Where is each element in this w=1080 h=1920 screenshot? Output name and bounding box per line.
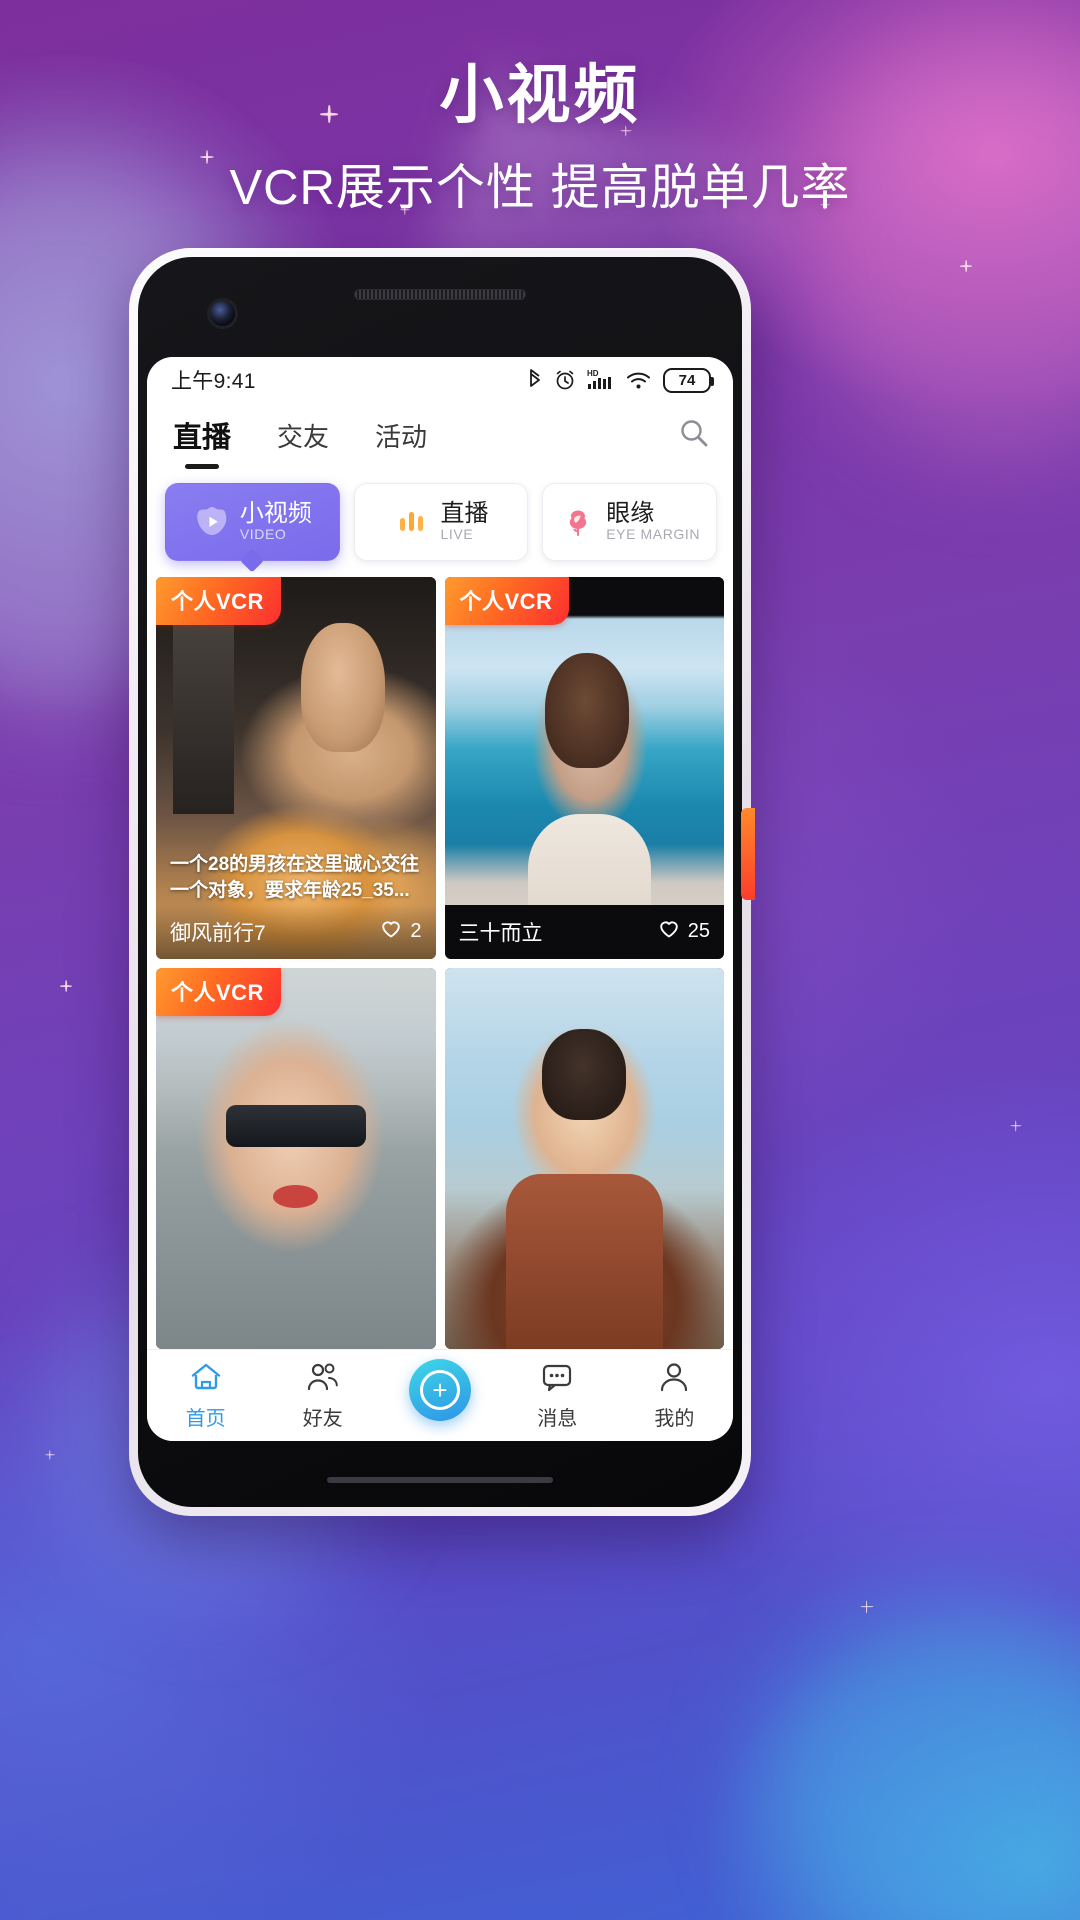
battery-level: 74 <box>678 371 696 389</box>
card-thumbnail <box>444 967 724 1349</box>
sparkle-icon <box>1010 1120 1021 1131</box>
video-feed-grid: 个人VCR 一个28的男孩在这里诚心交往一个对象，要求年龄25_35... 御风… <box>147 571 733 1349</box>
profile-icon <box>657 1361 691 1398</box>
vcr-badge: 个人VCR <box>156 577 281 625</box>
home-indicator <box>327 1477 553 1483</box>
battery-indicator: 74 <box>663 367 714 393</box>
nav-item-messages[interactable]: 消息 <box>499 1361 616 1431</box>
card-username: 三十而立 <box>458 921 543 945</box>
message-icon <box>540 1361 574 1398</box>
chip-video[interactable]: 小视频 VIDEO <box>165 483 340 561</box>
feed-card[interactable]: 个人VCR 三十而立 25 <box>444 577 724 959</box>
tab-friends[interactable]: 交友 <box>277 417 329 454</box>
sparkle-icon <box>860 1600 873 1613</box>
card-caption: 一个28的男孩在这里诚心交往一个对象，要求年龄25_35... <box>170 854 420 902</box>
phone-mockup: 上午9:41 HD 74 直播 交友 活动 小视频 VIDEO 直播 LIVE … <box>129 248 755 1516</box>
search-icon[interactable] <box>677 416 711 455</box>
tab-friends-label: 交友 <box>277 421 330 452</box>
promo-subtitle: VCR展示个性 提高脱单几率 <box>229 160 851 215</box>
tab-activity[interactable]: 活动 <box>375 417 427 454</box>
heart-icon <box>658 918 680 946</box>
add-post-button[interactable]: + <box>381 1358 498 1421</box>
side-accent-bar <box>741 808 755 900</box>
category-chip-row: 小视频 VIDEO 直播 LIVE 眼缘 EYE MARGIN <box>147 467 733 571</box>
front-camera-icon <box>210 301 235 326</box>
heart-icon <box>380 918 402 946</box>
rose-icon <box>559 503 597 541</box>
nav-item-profile[interactable]: 我的 <box>616 1361 733 1431</box>
card-thumbnail <box>156 967 436 1349</box>
hd-signal-icon: HD <box>587 368 615 392</box>
chip-live-en: LIVE <box>440 526 474 543</box>
nav-item-profile-label: 我的 <box>654 1407 695 1430</box>
alarm-icon <box>554 369 576 391</box>
home-icon <box>189 1361 223 1398</box>
add-circle: + <box>409 1358 471 1421</box>
nav-item-friends-label: 好友 <box>302 1407 343 1430</box>
wifi-icon <box>626 369 652 391</box>
promo-title: 小视频 <box>439 59 641 131</box>
status-icons: HD 74 <box>527 367 714 393</box>
card-footer: 御风前行7 2 <box>156 904 436 959</box>
chip-video-cn: 小视频 <box>239 500 312 528</box>
feed-card[interactable]: 个人VCR 一个28的男孩在这里诚心交往一个对象，要求年龄25_35... 御风… <box>156 577 436 959</box>
background-glow <box>760 1600 1080 1920</box>
friends-icon <box>306 1361 340 1398</box>
sparkle-icon <box>960 260 972 272</box>
nav-item-home[interactable]: 首页 <box>147 1361 264 1431</box>
promo-heading-block: 小视频 VCR展示个性 提高脱单几率 <box>0 58 1080 219</box>
bluetooth-icon <box>527 368 543 392</box>
sparkle-icon <box>45 1450 55 1460</box>
phone-frame: 上午9:41 HD 74 直播 交友 活动 小视频 VIDEO 直播 LIVE … <box>129 248 751 1516</box>
top-tab-bar: 直播 交友 活动 <box>147 403 733 467</box>
status-time: 上午9:41 <box>171 370 256 393</box>
chip-video-en: VIDEO <box>239 526 287 543</box>
nav-item-home-label: 首页 <box>185 1407 226 1430</box>
feed-card[interactable] <box>444 967 724 1349</box>
chip-video-text: 小视频 VIDEO <box>240 501 312 542</box>
nav-item-friends[interactable]: 好友 <box>264 1361 381 1431</box>
chip-eye-margin-en: EYE MARGIN <box>606 526 701 543</box>
chip-eye-margin[interactable]: 眼缘 EYE MARGIN <box>542 483 718 561</box>
card-thumbnail <box>444 577 724 959</box>
vcr-badge: 个人VCR <box>444 577 570 625</box>
tab-activity-label: 活动 <box>375 421 428 452</box>
card-likes[interactable]: 2 <box>380 918 422 946</box>
chip-eye-margin-cn: 眼缘 <box>606 500 655 528</box>
status-bar: 上午9:41 HD 74 <box>147 357 733 403</box>
phone-body: 上午9:41 HD 74 直播 交友 活动 小视频 VIDEO 直播 LIVE … <box>138 257 742 1507</box>
chip-live-cn: 直播 <box>440 500 489 528</box>
vcr-badge: 个人VCR <box>156 967 281 1016</box>
phone-screen: 上午9:41 HD 74 直播 交友 活动 小视频 VIDEO 直播 LIVE … <box>147 357 733 1441</box>
card-username: 御风前行7 <box>170 921 266 945</box>
chip-eye-margin-text: 眼缘 EYE MARGIN <box>606 501 700 542</box>
tab-live-label: 直播 <box>173 422 232 454</box>
tab-live[interactable]: 直播 <box>173 414 231 456</box>
card-footer: 三十而立 25 <box>444 904 724 959</box>
svg-text:HD: HD <box>587 369 599 378</box>
bars-icon <box>394 503 432 541</box>
nav-item-messages-label: 消息 <box>537 1407 578 1430</box>
plus-icon: + <box>420 1369 460 1410</box>
chip-live-text: 直播 LIVE <box>441 501 489 542</box>
bottom-navigation: 首页 好友 + 消息 我的 <box>147 1349 733 1441</box>
feed-card[interactable]: 个人VCR <box>156 967 436 1349</box>
earpiece-speaker <box>354 289 526 300</box>
chip-live[interactable]: 直播 LIVE <box>353 483 529 561</box>
video-play-icon <box>193 503 231 541</box>
card-likes[interactable]: 25 <box>658 918 710 946</box>
card-like-count: 2 <box>410 920 422 942</box>
card-like-count: 25 <box>687 920 710 942</box>
sparkle-icon <box>60 980 72 992</box>
